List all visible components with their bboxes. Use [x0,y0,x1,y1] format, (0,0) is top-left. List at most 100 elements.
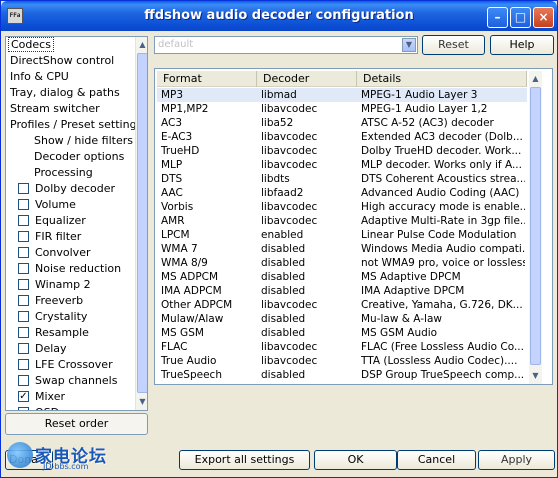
cell-decoder[interactable]: libavcodec [257,354,357,368]
table-row[interactable]: MP1,MP2 libavcodec MPEG-1 Audio Layer 1,2 [157,102,527,116]
cell-decoder[interactable]: disabled [257,368,357,382]
ok-button[interactable]: OK [314,450,397,470]
title-bar[interactable]: FFa ffdshow audio decoder configuration … [1,1,557,31]
cell-decoder[interactable]: disabled [257,256,357,270]
export-all-settings-button[interactable]: Export all settings [179,450,310,470]
scroll-up-icon[interactable]: ▲ [136,37,147,52]
minimize-button[interactable]: – [487,7,508,28]
preset-combo[interactable]: default ▼ [154,36,418,54]
column-header-format[interactable]: Format [157,71,257,87]
nav-item[interactable]: Show / hide filters [6,133,134,149]
cell-decoder[interactable]: liba52 [257,116,357,130]
nav-item[interactable]: Tray, dialog & paths [6,85,134,101]
maximize-button[interactable]: □ [510,7,531,28]
filter-checkbox[interactable] [18,358,29,370]
nav-item[interactable]: Processing [6,165,134,181]
scroll-up-icon[interactable]: ▲ [529,71,542,86]
reset-order-button[interactable]: Reset order [5,413,148,435]
cell-decoder[interactable]: libfaad2 [257,186,357,200]
nav-scrollbar[interactable]: ▲ ▼ [135,37,147,410]
nav-item[interactable]: Crystality [6,309,134,325]
scroll-thumb[interactable] [530,87,541,365]
nav-item[interactable]: Info & CPU [6,69,134,85]
table-row[interactable]: MP3 libmad MPEG-1 Audio Layer 3 [157,88,527,102]
cell-decoder[interactable]: disabled [257,326,357,340]
filter-checkbox[interactable] [18,406,29,410]
filter-checkbox[interactable] [18,198,29,210]
nav-item[interactable]: OSD [6,405,134,410]
table-row[interactable]: MLP libavcodec MLP decoder. Works only if … [157,158,527,172]
filter-checkbox[interactable] [18,214,29,226]
table-scrollbar[interactable]: ▲ ▼ [529,71,542,384]
nav-item[interactable]: Resample [6,325,134,341]
reset-button[interactable]: Reset [422,35,485,55]
filter-checkbox[interactable] [18,278,29,290]
table-row[interactable]: FLAC libavcodec FLAC (Free Lossless Audio … [157,340,527,354]
table-row[interactable]: IMA ADPCM disabled IMA Adaptive DPCM [157,284,527,298]
nav-item[interactable]: DirectShow control [6,53,134,69]
chevron-down-icon[interactable]: ▼ [402,38,416,52]
cell-decoder[interactable]: enabled [257,228,357,242]
cell-decoder[interactable]: libavcodec [257,130,357,144]
table-row[interactable]: WMA 8/9 disabled not WMA9 pro, voice or lo… [157,256,527,270]
table-row[interactable]: E-AC3 libavcodec Extended AC3 decoder (Dol… [157,130,527,144]
table-row[interactable]: AAC libfaad2 Advanced Audio Coding (AAC) [157,186,527,200]
table-row[interactable]: True Audio libavcodec TTA (Lossless Audio … [157,354,527,368]
filter-checkbox[interactable] [18,230,29,242]
cell-decoder[interactable]: libdts [257,172,357,186]
table-row[interactable]: LPCM enabled Linear Pulse Code Modulation [157,228,527,242]
column-header-decoder[interactable]: Decoder [257,71,357,87]
cell-decoder[interactable]: disabled [257,242,357,256]
close-button[interactable]: × [533,7,554,28]
cell-decoder[interactable]: libavcodec [257,158,357,172]
column-header-details[interactable]: Details [357,71,527,87]
nav-item[interactable]: Equalizer [6,213,134,229]
nav-item[interactable]: Winamp 2 [6,277,134,293]
cell-decoder[interactable]: disabled [257,312,357,326]
apply-button[interactable]: Apply [478,450,555,470]
cancel-button[interactable]: Cancel [397,450,476,470]
cell-decoder[interactable]: disabled [257,270,357,284]
cell-decoder[interactable]: libavcodec [257,102,357,116]
filter-checkbox[interactable] [18,262,29,274]
table-row[interactable]: AC3 liba52 ATSC A-52 (AC3) decoder [157,116,527,130]
scroll-down-icon[interactable]: ▼ [529,368,542,383]
nav-item[interactable]: FIR filter [6,229,134,245]
cell-decoder[interactable]: libavcodec [257,298,357,312]
filter-checkbox[interactable]: ✓ [18,390,29,402]
nav-item[interactable]: Delay [6,341,134,357]
filter-checkbox[interactable] [18,326,29,338]
nav-item[interactable]: LFE Crossover [6,357,134,373]
filter-checkbox[interactable] [18,374,29,386]
table-row[interactable]: MS GSM disabled MS GSM Audio [157,326,527,340]
filter-checkbox[interactable] [18,246,29,258]
table-row[interactable]: WMA 7 disabled Windows Media Audio compati… [157,242,527,256]
filter-checkbox[interactable] [18,294,29,306]
table-row[interactable]: Mulaw/Alaw disabled Mu-law & A-law [157,312,527,326]
nav-item[interactable]: Volume [6,197,134,213]
cell-decoder[interactable]: disabled [257,284,357,298]
nav-item[interactable]: Profiles / Preset settings [6,117,142,133]
scroll-down-icon[interactable]: ▼ [136,394,147,409]
nav-item[interactable]: Freeverb [6,293,134,309]
table-row[interactable]: TrueHD libavcodec Dolby TrueHD decoder. Wo… [157,144,527,158]
table-row[interactable]: DTS libdts DTS Coherent Acoustics strea... [157,172,527,186]
table-row[interactable]: MS ADPCM disabled MS Adaptive DPCM [157,270,527,284]
nav-item[interactable]: ✓ Mixer [6,389,134,405]
cell-decoder[interactable]: libmad [257,88,357,102]
cell-decoder[interactable]: libavcodec [257,340,357,354]
scroll-thumb[interactable] [137,53,147,393]
nav-item[interactable]: Convolver [6,245,134,261]
cell-decoder[interactable]: libavcodec [257,214,357,228]
filter-checkbox[interactable] [18,182,29,194]
filter-checkbox[interactable] [18,342,29,354]
nav-item[interactable]: Codecs [6,37,134,53]
filter-checkbox[interactable] [18,310,29,322]
table-row[interactable]: Other ADPCM libavcodec Creative, Yamaha, G… [157,298,527,312]
table-row[interactable]: TrueSpeech disabled DSP Group TrueSpeech c… [157,368,527,382]
nav-item[interactable]: Decoder options [6,149,134,165]
table-row[interactable]: Vorbis libavcodec High accuracy mode is en… [157,200,527,214]
nav-item[interactable]: Dolby decoder [6,181,134,197]
nav-item[interactable]: Stream switcher [6,101,134,117]
help-button[interactable]: Help [490,35,554,55]
